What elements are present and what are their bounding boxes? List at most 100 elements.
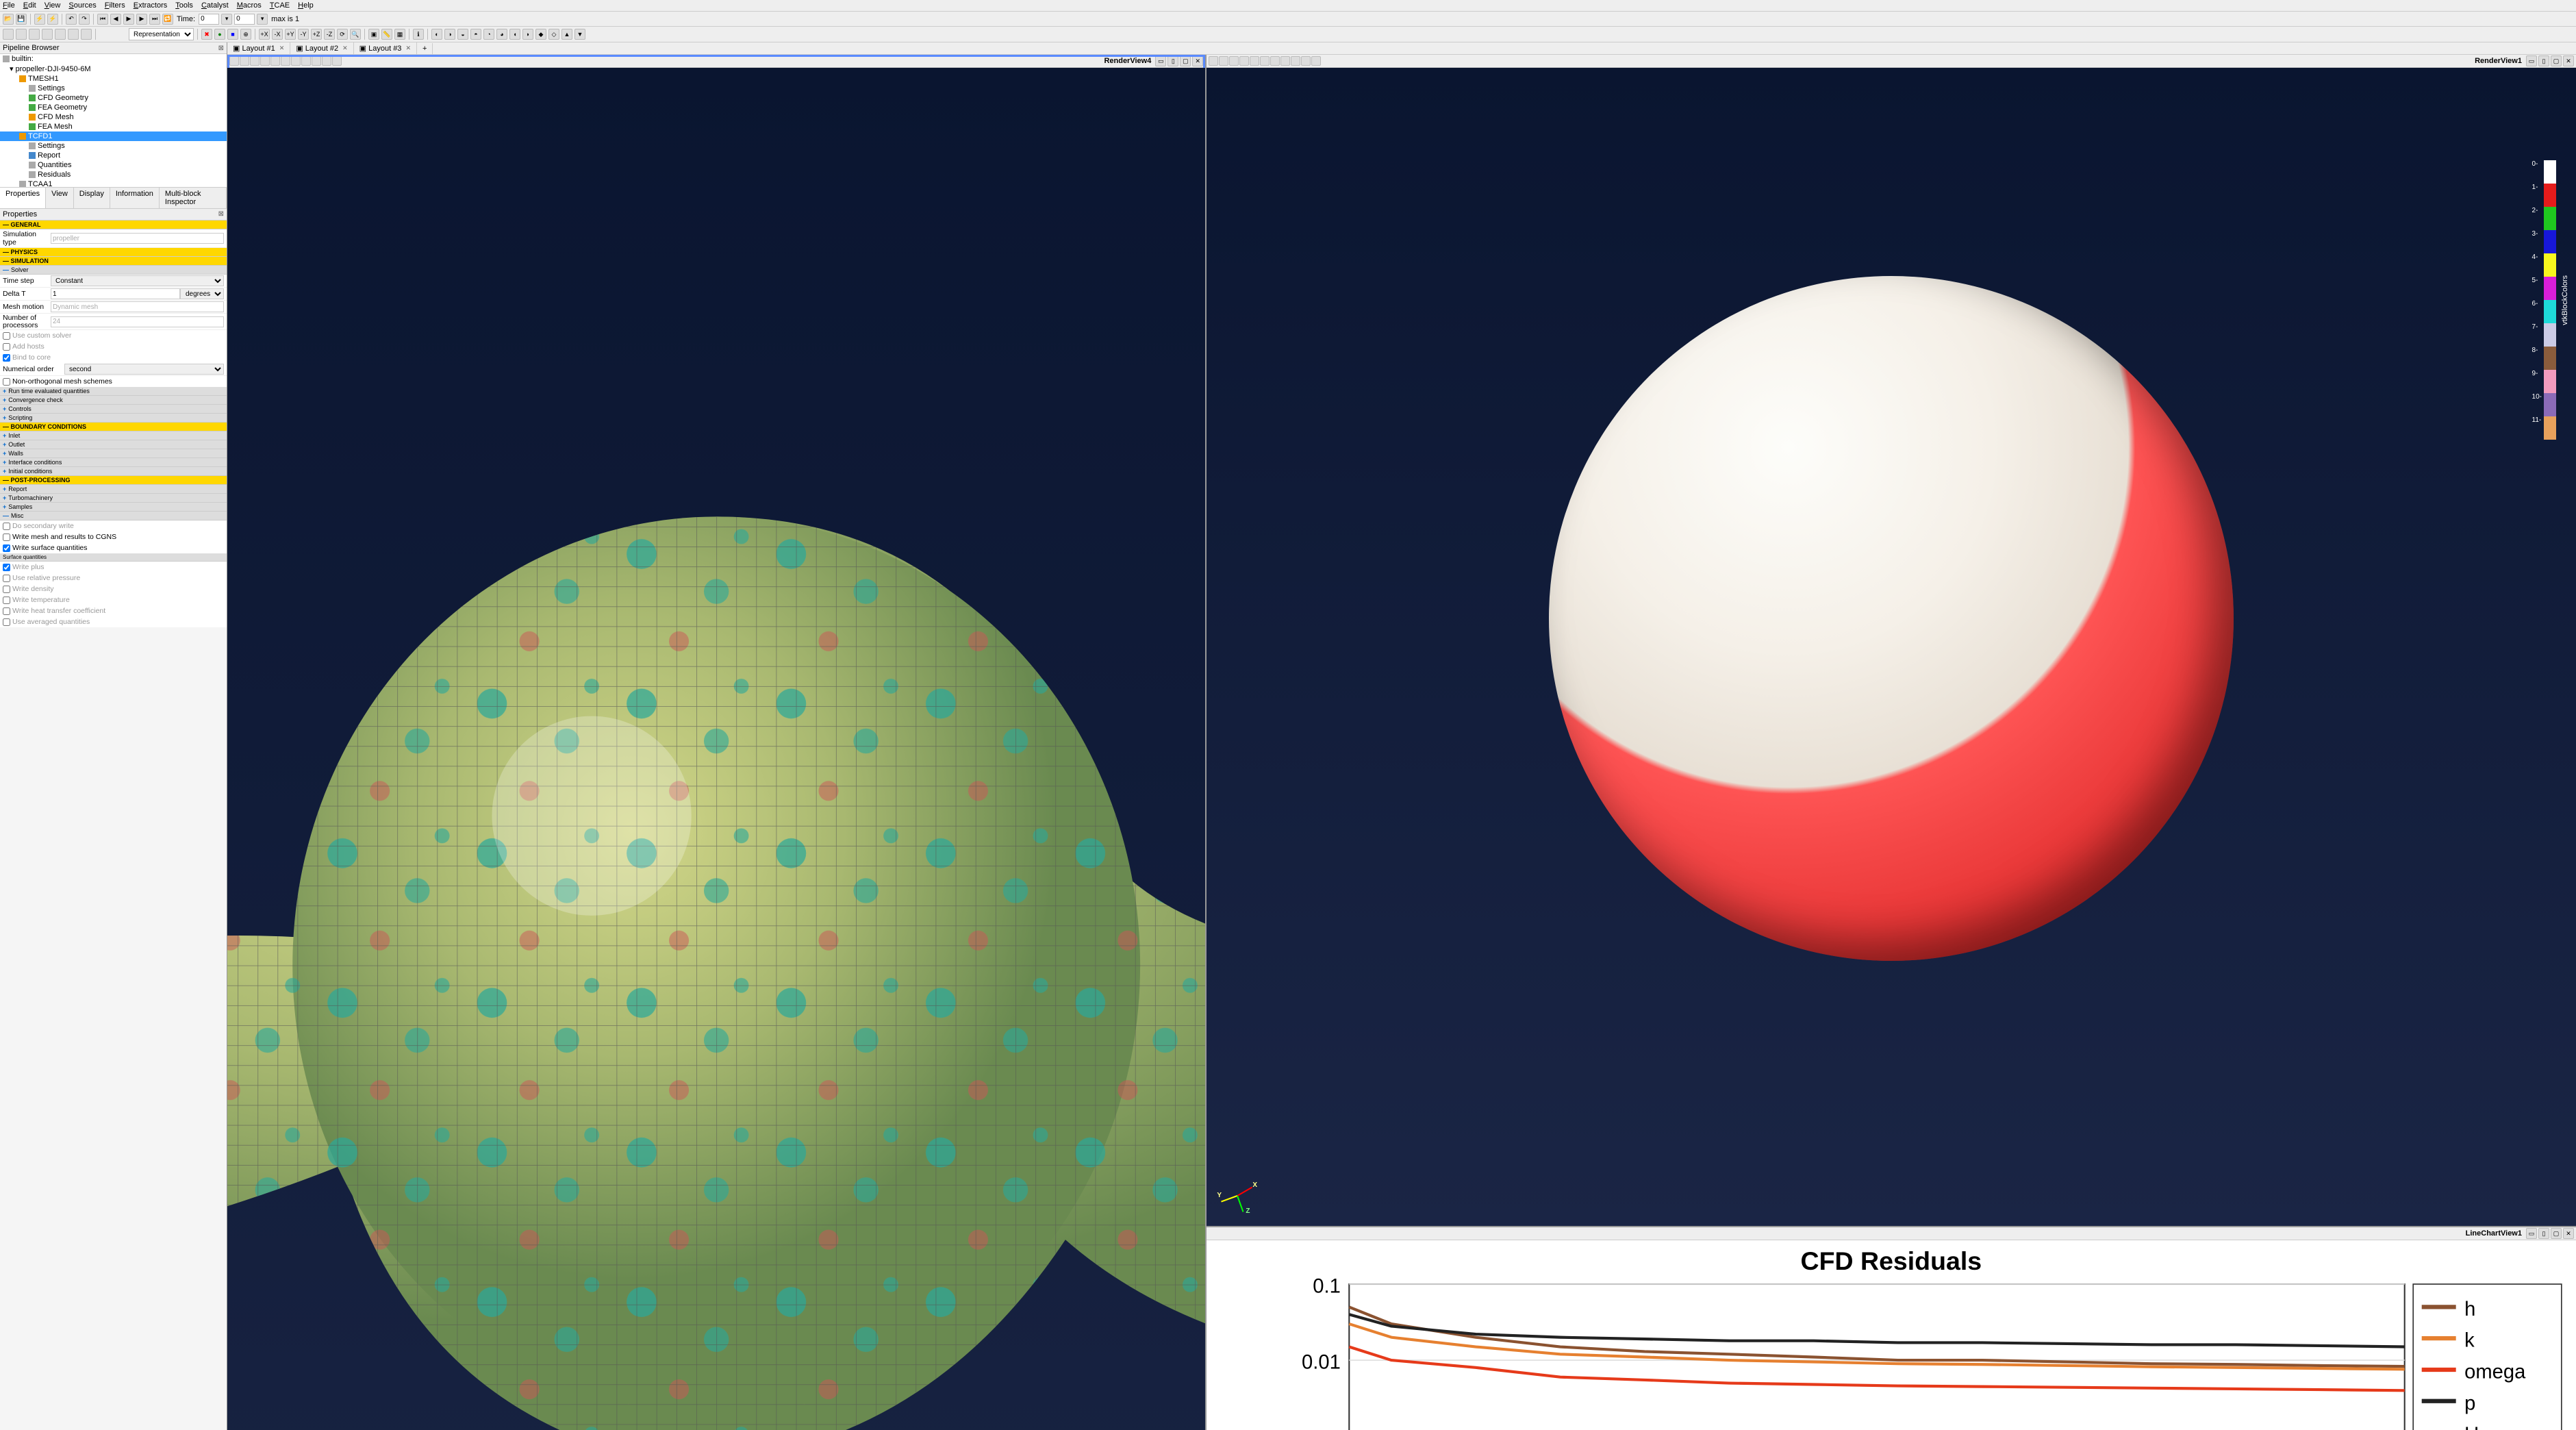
close-view-icon[interactable]: ✕: [1192, 55, 1203, 66]
vt-4-icon[interactable]: [1239, 56, 1249, 66]
rotate-icon[interactable]: ⟳: [337, 29, 348, 40]
mesh-motion-input[interactable]: [51, 301, 224, 312]
time-input[interactable]: [199, 14, 219, 25]
menu-filters[interactable]: Filters: [105, 1, 125, 10]
play-icon[interactable]: ▶: [123, 14, 134, 25]
vt-2-icon[interactable]: [240, 56, 249, 66]
axes-center-icon[interactable]: ⊕: [240, 29, 251, 40]
filter9-icon[interactable]: ◆: [535, 29, 546, 40]
view-py-icon[interactable]: +Y: [285, 29, 296, 40]
close-view-icon[interactable]: ✕: [2563, 55, 2574, 66]
proptab-properties[interactable]: Properties: [0, 188, 46, 208]
nonortho-check[interactable]: [3, 378, 10, 386]
time-step-select[interactable]: Constant: [51, 275, 224, 286]
split-v-icon[interactable]: ▯: [1167, 55, 1178, 66]
bind-core-check[interactable]: [3, 354, 10, 362]
custom-solver-check[interactable]: [3, 332, 10, 340]
num-order-select[interactable]: second: [64, 364, 224, 375]
add-hosts-check[interactable]: [3, 343, 10, 351]
vt-6-icon[interactable]: [281, 56, 290, 66]
section-physics[interactable]: — PHYSICS: [0, 248, 227, 257]
tree-node-tmesh1[interactable]: TMESH1: [0, 74, 227, 84]
tb-btn-7[interactable]: [81, 29, 92, 40]
vt-5-icon[interactable]: [1250, 56, 1259, 66]
htc-check[interactable]: [3, 607, 10, 615]
menu-sources[interactable]: Sources: [68, 1, 96, 10]
proptab-view[interactable]: View: [46, 188, 74, 208]
tb-btn-4[interactable]: [42, 29, 53, 40]
section-misc[interactable]: —Misc: [0, 512, 227, 520]
filter4-icon[interactable]: ◓: [470, 29, 481, 40]
tree-node-settings[interactable]: Settings: [0, 84, 227, 93]
filter8-icon[interactable]: ◗: [522, 29, 533, 40]
ruler-icon[interactable]: 📏: [381, 29, 392, 40]
section-turbo[interactable]: +Turbomachinery: [0, 494, 227, 503]
avg-check[interactable]: [3, 618, 10, 626]
close-icon[interactable]: ⊠: [218, 45, 224, 52]
representation-combo[interactable]: Representation: [129, 28, 194, 40]
menu-tcae[interactable]: TCAE: [270, 1, 290, 10]
close-tab-icon[interactable]: ✕: [342, 45, 348, 52]
filter10-icon[interactable]: ◇: [548, 29, 559, 40]
next-frame-icon[interactable]: ▶: [136, 14, 147, 25]
frame-step-icon[interactable]: ▾: [257, 14, 268, 25]
filter6-icon[interactable]: ◕: [496, 29, 507, 40]
menu-tools[interactable]: Tools: [175, 1, 193, 10]
view-pz-icon[interactable]: +Z: [311, 29, 322, 40]
menu-edit[interactable]: Edit: [23, 1, 36, 10]
close-icon[interactable]: ⊠: [218, 210, 224, 218]
vt-10-icon[interactable]: [1301, 56, 1311, 66]
filter2-icon[interactable]: ◑: [444, 29, 455, 40]
axes-y-icon[interactable]: ●: [214, 29, 225, 40]
close-tab-icon[interactable]: ✕: [279, 45, 285, 52]
split-h-icon[interactable]: ▭: [2526, 1228, 2537, 1239]
filter12-icon[interactable]: ▼: [574, 29, 585, 40]
redo-icon[interactable]: ↷: [79, 14, 90, 25]
section-conv[interactable]: +Convergence check: [0, 396, 227, 405]
cgns-check[interactable]: [3, 534, 10, 541]
vt-8-icon[interactable]: [1280, 56, 1290, 66]
last-frame-icon[interactable]: ⏭: [149, 14, 160, 25]
chart-viewport[interactable]: CFD ResidualsresidualsIterations1e-71e-6…: [1207, 1240, 2576, 1430]
section-scripting[interactable]: +Scripting: [0, 414, 227, 423]
tree-node-report[interactable]: Report: [0, 151, 227, 160]
filter5-icon[interactable]: ◔: [483, 29, 494, 40]
menu-catalyst[interactable]: Catalyst: [201, 1, 229, 10]
nproc-input[interactable]: [51, 316, 224, 327]
vt-6-icon[interactable]: [1260, 56, 1270, 66]
section-simulation[interactable]: — SIMULATION: [0, 257, 227, 266]
section-inlet[interactable]: +Inlet: [0, 431, 227, 440]
vt-4-icon[interactable]: [260, 56, 270, 66]
axes-z-icon[interactable]: ■: [227, 29, 238, 40]
view-nx-icon[interactable]: -X: [272, 29, 283, 40]
section-post[interactable]: — POST-PROCESSING: [0, 476, 227, 485]
vt-10-icon[interactable]: [322, 56, 331, 66]
yplus-check[interactable]: [3, 564, 10, 571]
section-outlet[interactable]: +Outlet: [0, 440, 227, 449]
frame-input[interactable]: [234, 14, 255, 25]
split-h-icon[interactable]: ▭: [2526, 55, 2537, 66]
tree-node-tcfd1[interactable]: TCFD1: [0, 131, 227, 141]
tb-btn-3[interactable]: [29, 29, 40, 40]
loop-icon[interactable]: 🔁: [162, 14, 173, 25]
vt-8-icon[interactable]: [301, 56, 311, 66]
undo-icon[interactable]: ↶: [66, 14, 77, 25]
tree-node-cfd-geometry[interactable]: CFD Geometry: [0, 93, 227, 103]
time-step-icon[interactable]: ▾: [221, 14, 232, 25]
vt-1-icon[interactable]: [229, 56, 239, 66]
section-interface[interactable]: +Interface conditions: [0, 458, 227, 467]
view-ny-icon[interactable]: -Y: [298, 29, 309, 40]
vt-2-icon[interactable]: [1219, 56, 1228, 66]
tree-root[interactable]: builtin:: [0, 54, 227, 64]
delta-t-unit[interactable]: degrees: [180, 288, 224, 299]
vt-3-icon[interactable]: [250, 56, 260, 66]
vt-5-icon[interactable]: [270, 56, 280, 66]
section-initial[interactable]: +Initial conditions: [0, 467, 227, 476]
tree-node-fea-geometry[interactable]: FEA Geometry: [0, 103, 227, 112]
vt-9-icon[interactable]: [312, 56, 321, 66]
menu-help[interactable]: Help: [298, 1, 314, 10]
section-bc[interactable]: — BOUNDARY CONDITIONS: [0, 423, 227, 431]
tb-btn-5[interactable]: [55, 29, 66, 40]
section-solver[interactable]: —Solver: [0, 266, 227, 275]
section-controls[interactable]: +Controls: [0, 405, 227, 414]
